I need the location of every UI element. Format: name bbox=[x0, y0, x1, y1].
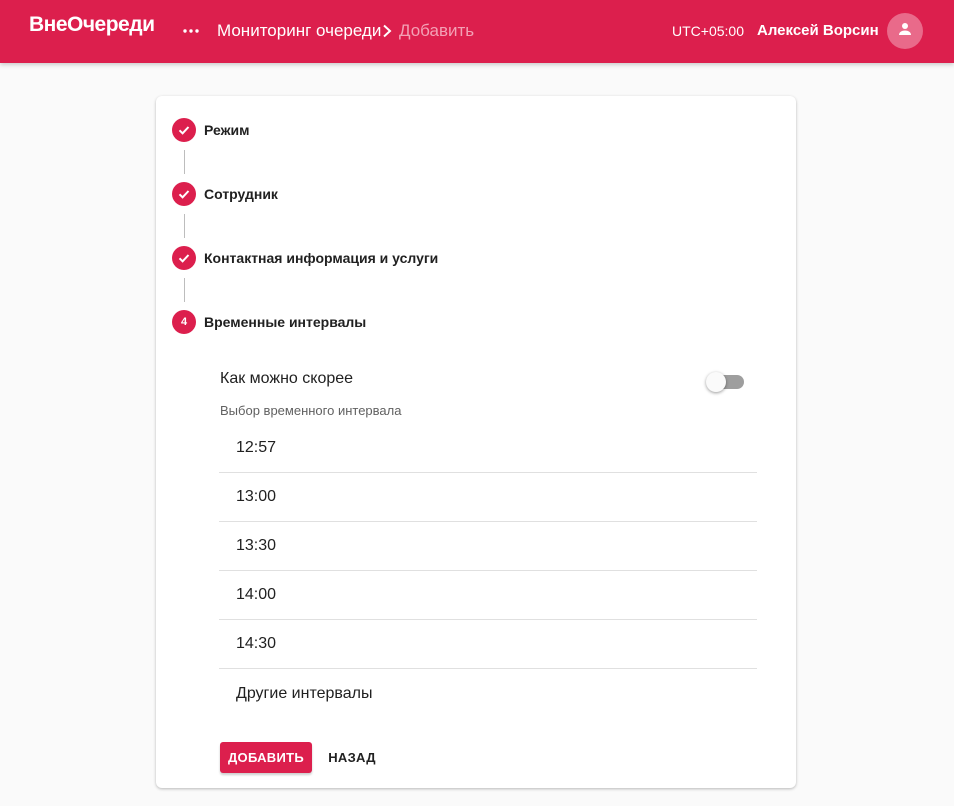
avatar[interactable] bbox=[887, 13, 923, 49]
asap-toggle[interactable] bbox=[706, 372, 744, 392]
step-label: Контактная информация и услуги bbox=[204, 250, 439, 266]
interval-caption: Выбор временного интервала bbox=[220, 403, 402, 418]
other-intervals-option[interactable]: Другие интервалы bbox=[219, 669, 757, 718]
step-label: Временные интервалы bbox=[204, 314, 367, 330]
step-contact-info[interactable]: Контактная информация и услуги bbox=[172, 246, 438, 270]
step-connector bbox=[184, 278, 185, 302]
back-button[interactable]: НАЗАД bbox=[320, 742, 384, 773]
interval-option[interactable]: 13:30 bbox=[219, 522, 757, 571]
chevron-right-icon bbox=[381, 24, 393, 38]
app-logo[interactable]: ВнеОчереди bbox=[29, 13, 155, 37]
check-icon bbox=[172, 118, 196, 142]
step-mode[interactable]: Режим bbox=[172, 118, 249, 142]
asap-label: Как можно скорее bbox=[220, 370, 354, 387]
step-label: Сотрудник bbox=[204, 186, 278, 202]
step-employee[interactable]: Сотрудник bbox=[172, 182, 278, 206]
step-connector bbox=[184, 214, 185, 238]
asap-row: Как можно скорее bbox=[220, 366, 750, 392]
step-number: 4 bbox=[172, 310, 196, 334]
add-form-card: Режим Сотрудник Контактная информация и … bbox=[156, 96, 796, 788]
toggle-thumb bbox=[706, 372, 726, 392]
interval-option[interactable]: 14:30 bbox=[219, 620, 757, 669]
step-connector bbox=[184, 150, 185, 174]
breadcrumb-next: Добавить bbox=[399, 21, 475, 40]
person-icon bbox=[896, 20, 914, 43]
breadcrumb-current[interactable]: Мониторинг очереди bbox=[217, 21, 381, 41]
app-bar: ВнеОчереди Мониторинг очереди Добавить U… bbox=[0, 0, 954, 63]
timezone-label: UTC+05:00 bbox=[672, 23, 744, 39]
interval-list: 12:57 13:00 13:30 14:00 14:30 Другие инт… bbox=[219, 424, 757, 718]
more-horiz-icon[interactable] bbox=[179, 19, 203, 43]
step-time-intervals: 4 Временные интервалы bbox=[172, 310, 366, 334]
check-icon bbox=[172, 246, 196, 270]
add-button[interactable]: ДОБАВИТЬ bbox=[220, 742, 312, 773]
interval-option[interactable]: 13:00 bbox=[219, 473, 757, 522]
interval-option[interactable]: 14:00 bbox=[219, 571, 757, 620]
user-name[interactable]: Алексей Ворсин bbox=[757, 22, 879, 39]
check-icon bbox=[172, 182, 196, 206]
step-label: Режим bbox=[204, 122, 250, 138]
interval-option[interactable]: 12:57 bbox=[219, 424, 757, 473]
